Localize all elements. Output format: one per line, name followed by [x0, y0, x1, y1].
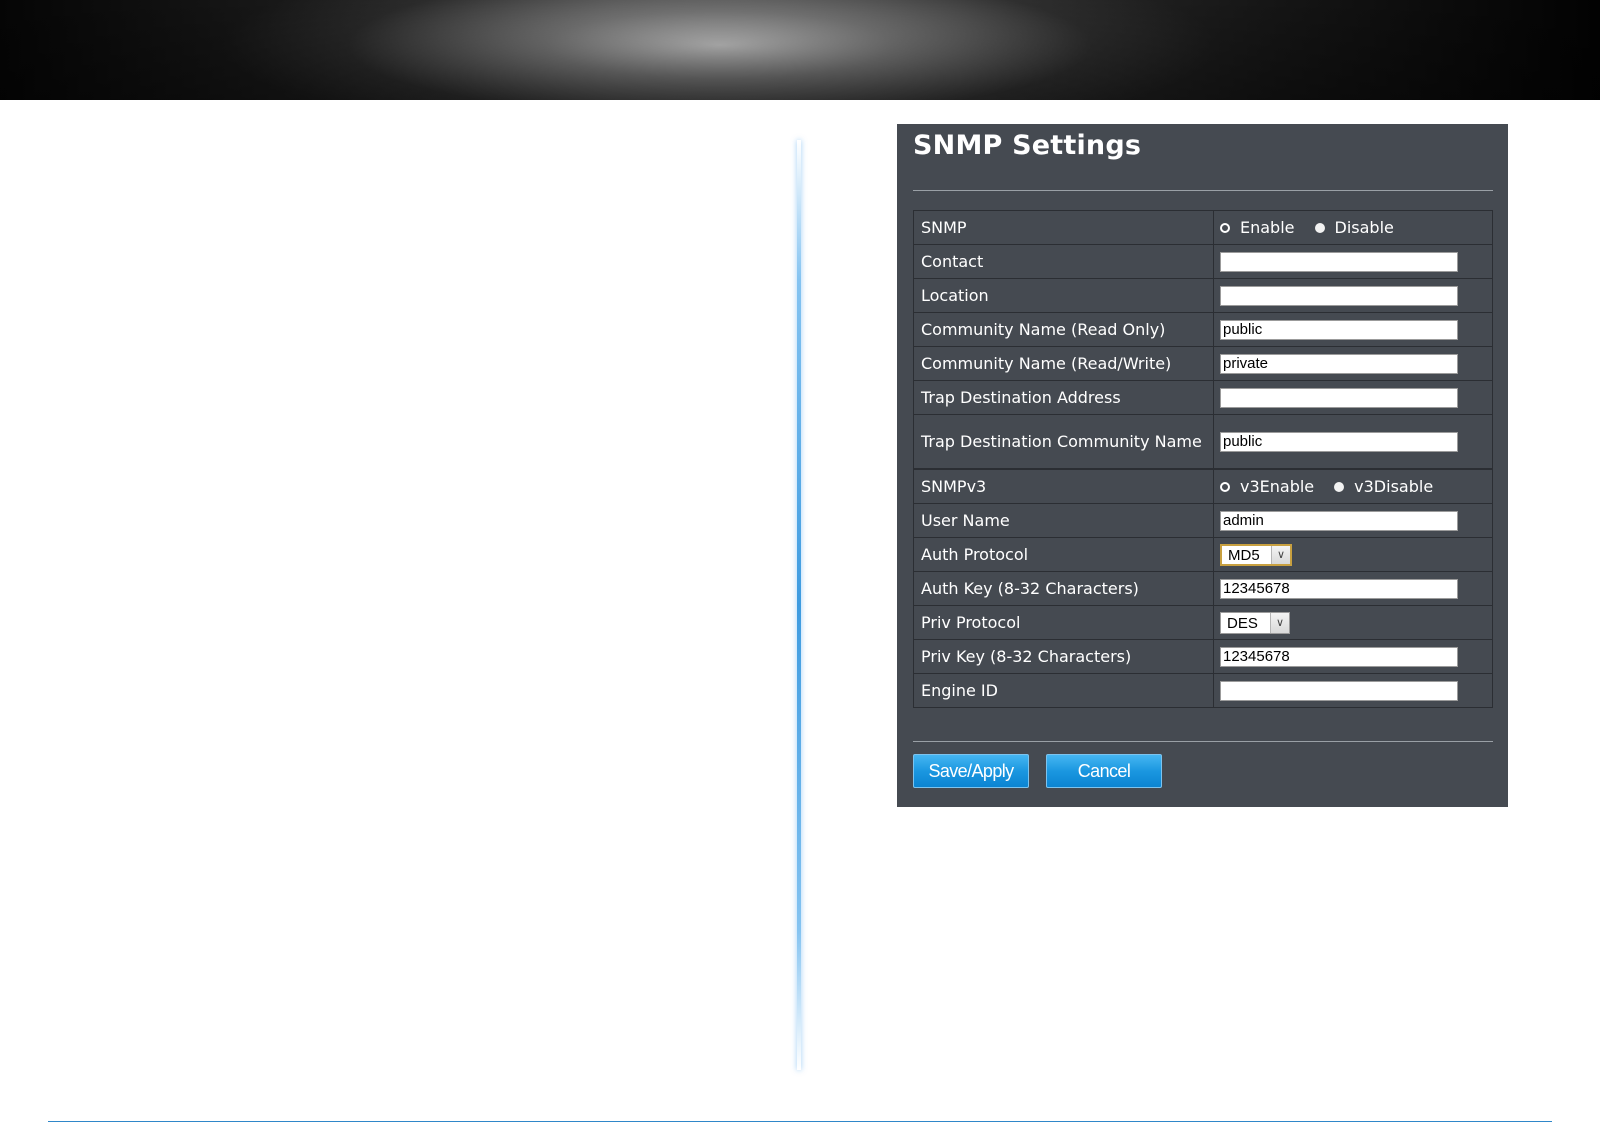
chevron-down-icon[interactable]: ∨ [1271, 545, 1290, 564]
save-apply-button[interactable]: Save/Apply [913, 754, 1029, 788]
row-trap-address: Trap Destination Address [913, 380, 1493, 415]
snmp-radio-group: Enable Disable [1220, 218, 1492, 237]
location-field[interactable] [1220, 285, 1458, 306]
settings-table: SNMP Enable Disable Contact Location Com… [913, 210, 1493, 708]
community-ro-label: Community Name (Read Only) [913, 312, 1214, 347]
snmp-enable-radio[interactable] [1220, 222, 1230, 233]
row-community-rw: Community Name (Read/Write) [913, 346, 1493, 381]
row-snmpv3: SNMPv3 v3Enable v3Disable [913, 468, 1493, 504]
auth-key-label: Auth Key (8-32 Characters) [913, 571, 1214, 606]
auth-protocol-label: Auth Protocol [913, 537, 1214, 572]
chevron-down-icon[interactable]: ∨ [1270, 612, 1289, 633]
header-banner [0, 0, 1600, 100]
community-rw-label: Community Name (Read/Write) [913, 346, 1214, 381]
priv-protocol-value: DES [1227, 614, 1258, 632]
row-engine-id: Engine ID [913, 673, 1493, 708]
community-rw-field[interactable] [1220, 353, 1458, 374]
auth-key-field[interactable] [1220, 578, 1458, 599]
snmpv3-disable-radio[interactable] [1334, 481, 1345, 492]
page-title: SNMP Settings [913, 130, 1142, 161]
community-ro-field[interactable] [1220, 319, 1458, 340]
row-contact: Contact [913, 244, 1493, 279]
row-location: Location [913, 278, 1493, 313]
trap-community-field[interactable] [1220, 431, 1458, 452]
snmpv3-disable-label[interactable]: v3Disable [1354, 477, 1433, 496]
row-community-ro: Community Name (Read Only) [913, 312, 1493, 347]
auth-protocol-select[interactable]: MD5 ∨ [1220, 543, 1292, 566]
buttons-separator [913, 741, 1493, 742]
snmp-disable-radio[interactable] [1314, 222, 1325, 233]
snmpv3-label: SNMPv3 [913, 468, 1214, 504]
trap-community-label: Trap Destination Community Name [913, 414, 1214, 470]
cancel-button[interactable]: Cancel [1046, 754, 1162, 788]
priv-key-field[interactable] [1220, 646, 1458, 667]
priv-protocol-label: Priv Protocol [913, 605, 1214, 640]
user-name-label: User Name [913, 503, 1214, 538]
snmpv3-enable-label[interactable]: v3Enable [1240, 477, 1314, 496]
trap-address-field[interactable] [1220, 387, 1458, 408]
priv-protocol-select[interactable]: DES ∨ [1220, 611, 1290, 634]
row-trap-community: Trap Destination Community Name [913, 414, 1493, 470]
row-auth-protocol: Auth Protocol MD5 ∨ [913, 537, 1493, 572]
engine-id-field[interactable] [1220, 680, 1458, 701]
snmp-label: SNMP [913, 210, 1214, 245]
snmpv3-enable-radio[interactable] [1220, 481, 1230, 492]
user-name-field[interactable] [1220, 510, 1458, 531]
row-auth-key: Auth Key (8-32 Characters) [913, 571, 1493, 606]
row-priv-key: Priv Key (8-32 Characters) [913, 639, 1493, 674]
auth-protocol-value: MD5 [1228, 546, 1260, 564]
snmpv3-radio-group: v3Enable v3Disable [1220, 477, 1492, 496]
snmp-disable-label[interactable]: Disable [1335, 218, 1394, 237]
contact-label: Contact [913, 244, 1214, 279]
row-priv-protocol: Priv Protocol DES ∨ [913, 605, 1493, 640]
snmp-settings-panel: SNMP Settings SNMP Enable Disable Contac… [897, 124, 1508, 807]
priv-key-label: Priv Key (8-32 Characters) [913, 639, 1214, 674]
row-user-name: User Name [913, 503, 1493, 538]
title-separator [913, 190, 1493, 191]
vertical-divider [797, 140, 801, 1070]
trap-address-label: Trap Destination Address [913, 380, 1214, 415]
engine-id-label: Engine ID [913, 673, 1214, 708]
location-label: Location [913, 278, 1214, 313]
contact-field[interactable] [1220, 251, 1458, 272]
row-snmp: SNMP Enable Disable [913, 210, 1493, 245]
snmp-enable-label[interactable]: Enable [1240, 218, 1295, 237]
